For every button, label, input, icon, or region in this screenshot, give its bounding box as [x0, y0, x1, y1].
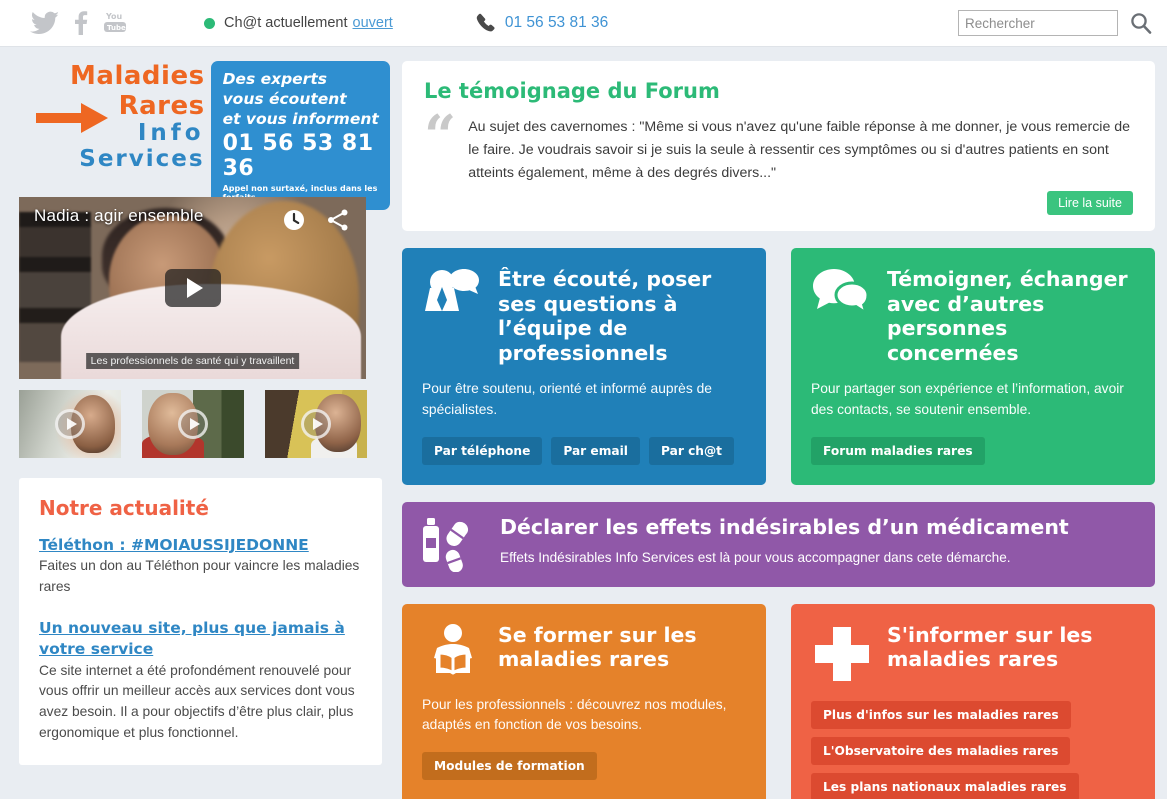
speech-bubbles-icon — [813, 269, 870, 317]
banner-title: Déclarer les effets indésirables d’un mé… — [500, 514, 1069, 539]
people-speech-icon — [425, 269, 479, 311]
button-more-info-rare-diseases[interactable]: Plus d'infos sur les maladies rares — [811, 700, 1071, 729]
read-more-button[interactable]: Lire la suite — [1047, 191, 1133, 215]
header-phone-number: 01 56 53 81 36 — [504, 14, 609, 31]
button-national-plans-rare-diseases[interactable]: Les plans nationaux maladies rares — [811, 772, 1079, 799]
button-forum-maladies-rares[interactable]: Forum maladies rares — [811, 436, 985, 465]
card-title: Témoigner, échanger avec d’autres person… — [887, 267, 1128, 365]
right-column: Le témoignage du Forum “ Au sujet des ca… — [402, 61, 1155, 799]
play-icon — [178, 409, 208, 439]
logo-line-services: Services — [79, 146, 205, 172]
site-logo[interactable]: Maladies Rares Info Services Des experts… — [12, 61, 390, 227]
button-by-chat[interactable]: Par ch@t — [648, 436, 734, 465]
svg-text:You: You — [105, 12, 123, 21]
left-column: Maladies Rares Info Services Des experts… — [12, 61, 390, 799]
card-title: Être écouté, poser ses questions à l’équ… — [498, 267, 712, 365]
search-button[interactable] — [1129, 11, 1153, 35]
video-player[interactable]: Nadia : agir ensemble Les professionnels… — [19, 197, 366, 379]
youtube-icon[interactable]: You Tube — [102, 10, 132, 36]
svg-text:Tube: Tube — [107, 24, 126, 32]
testimonial-text: Au sujet des cavernomes : "Même si vous … — [468, 119, 1131, 181]
logo-line-maladies: Maladies — [70, 61, 205, 91]
header-phone[interactable]: 01 56 53 81 36 — [476, 13, 608, 33]
top-bar: You Tube Ch@t actuellement ouvert 01 56 … — [0, 0, 1167, 47]
twitter-icon[interactable] — [30, 11, 60, 35]
play-icon — [301, 409, 331, 439]
card-testify-exchange[interactable]: Témoigner, échanger avec d’autres person… — [791, 248, 1155, 485]
video-thumbnail-list — [19, 390, 390, 458]
facebook-icon[interactable] — [74, 11, 88, 35]
news-panel: Notre actualité Téléthon : #MOIAUSSIJEDO… — [19, 478, 382, 766]
bubble-line-3: et vous informent — [222, 109, 379, 128]
video-caption: Les professionnels de santé qui y travai… — [85, 353, 300, 369]
chat-status-state[interactable]: ouvert — [353, 15, 393, 31]
bubble-line-2: vous écoutent — [222, 89, 347, 108]
phone-icon — [476, 13, 495, 32]
play-icon — [55, 409, 85, 439]
video-thumb-3[interactable] — [265, 390, 367, 458]
video-thumb-2[interactable] — [142, 390, 244, 458]
news-item-body-2: Ce site internet a été profondément reno… — [39, 662, 355, 740]
banner-subtitle: Effets Indésirables Info Services est là… — [500, 550, 1011, 566]
logo-tagline-bubble: Des experts vous écoutent et vous inform… — [210, 61, 390, 227]
card-title: S'informer sur les maladies rares — [887, 622, 1093, 672]
clock-icon[interactable] — [282, 208, 306, 232]
forum-testimonial-panel: Le témoignage du Forum “ Au sujet des ca… — [402, 61, 1155, 231]
button-training-modules[interactable]: Modules de formation — [422, 752, 597, 781]
card-description: Pour partager son expérience et l’inform… — [811, 381, 1124, 418]
news-item-heading-2[interactable]: Un nouveau site, plus que jamais à votre… — [39, 619, 345, 658]
testimonial-title: Le témoignage du Forum — [424, 79, 720, 103]
banner-declare-side-effects[interactable]: Déclarer les effets indésirables d’un mé… — [402, 501, 1155, 587]
button-by-phone[interactable]: Par téléphone — [422, 436, 543, 465]
card-get-informed[interactable]: S'informer sur les maladies rares Plus d… — [791, 603, 1155, 799]
social-links: You Tube — [30, 10, 132, 36]
bubble-line-1: Des experts — [222, 70, 327, 88]
arrow-right-icon — [36, 103, 108, 133]
news-item-body-1: Faites un don au Téléthon pour vaincre l… — [39, 558, 360, 595]
service-cards-row-2: Se former sur les maladies rares Pour le… — [402, 603, 1155, 799]
chat-status-label: Ch@t actuellement — [224, 15, 348, 31]
search-input[interactable] — [958, 10, 1118, 36]
search-area — [958, 10, 1153, 36]
button-observatory-rare-diseases[interactable]: L'Observatoire des maladies rares — [811, 736, 1071, 765]
share-icon[interactable] — [326, 208, 350, 232]
card-description: Pour les professionnels : découvrez nos … — [422, 696, 727, 733]
card-being-listened-to[interactable]: Être écouté, poser ses questions à l’équ… — [402, 248, 766, 485]
service-cards-row-1: Être écouté, poser ses questions à l’équ… — [402, 248, 1155, 485]
card-training[interactable]: Se former sur les maladies rares Pour le… — [402, 603, 766, 799]
status-dot — [204, 17, 215, 29]
person-reading-icon — [434, 623, 472, 675]
chat-status: Ch@t actuellement ouvert — [204, 15, 393, 31]
card-description: Pour être soutenu, orienté et informé au… — [422, 381, 712, 418]
medical-cross-icon — [815, 626, 869, 681]
medication-icon — [423, 517, 469, 572]
card-title: Se former sur les maladies rares — [498, 622, 697, 672]
quote-icon: “ — [424, 103, 457, 169]
logo-wordmark: Maladies Rares Info Services — [34, 61, 205, 171]
button-by-email[interactable]: Par email — [551, 436, 640, 465]
page-content: Maladies Rares Info Services Des experts… — [0, 47, 1167, 799]
search-icon — [1131, 13, 1152, 34]
video-title: Nadia : agir ensemble — [34, 206, 204, 225]
video-controls — [282, 208, 350, 232]
news-item-heading-1[interactable]: Téléthon : #MOIAUSSIJEDONNE — [39, 536, 309, 554]
news-panel-title: Notre actualité — [39, 496, 209, 520]
video-thumb-1[interactable] — [19, 390, 121, 458]
bubble-phone: 01 56 53 81 36 — [222, 131, 374, 182]
play-icon[interactable] — [164, 269, 221, 307]
